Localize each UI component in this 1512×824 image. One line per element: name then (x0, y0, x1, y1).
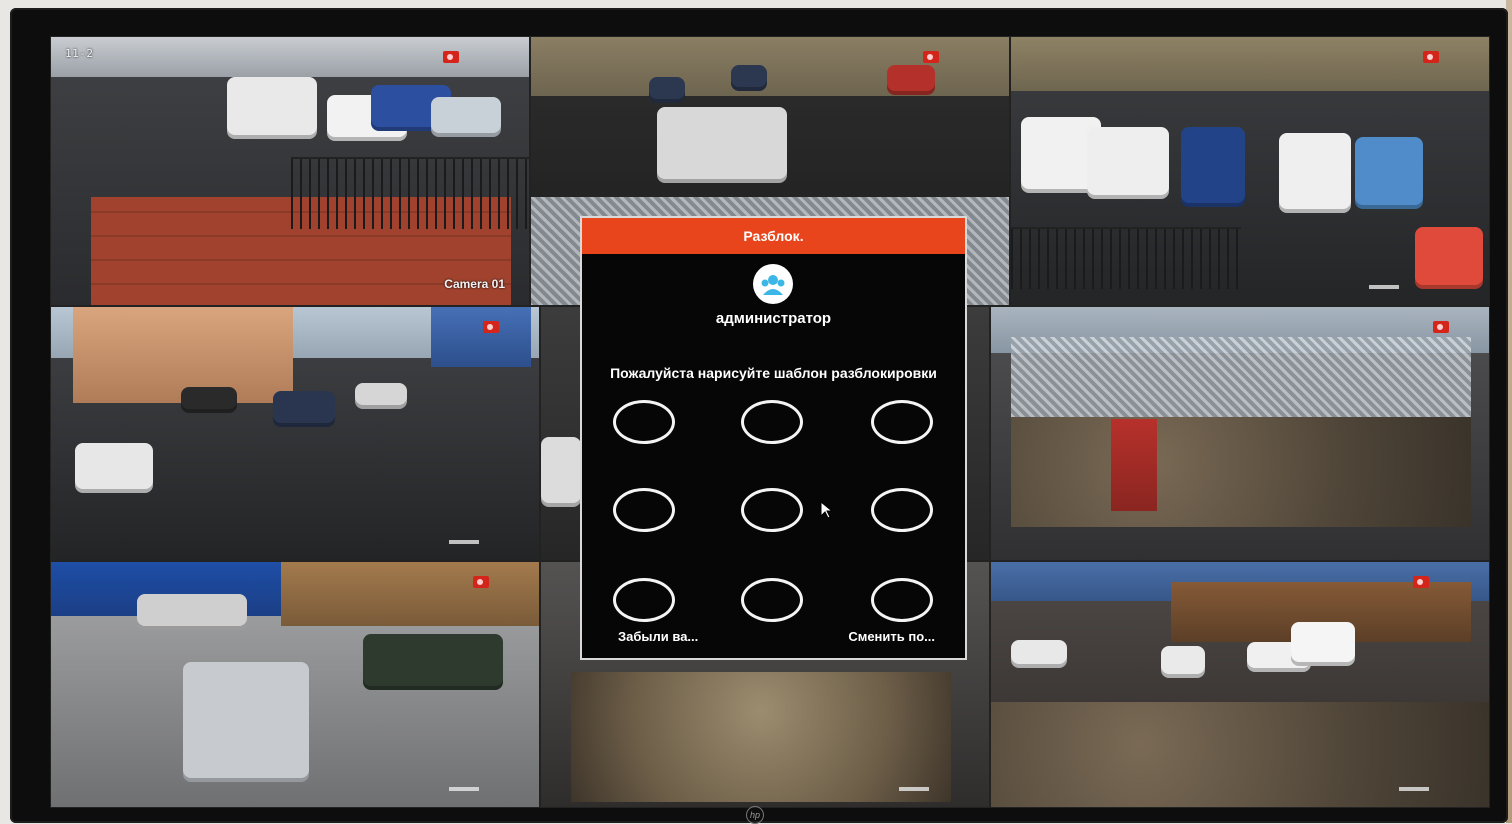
recording-icon (1423, 51, 1439, 63)
camera-tile-6[interactable] (990, 306, 1490, 561)
recording-icon (1413, 576, 1429, 588)
camera-timestamp: 11-2 (65, 47, 94, 60)
camera-tile-1[interactable]: 11-2 Camera 01 (50, 36, 530, 306)
monitor-bezel: 11-2 Camera 01 Разблок. администратор По… (10, 8, 1508, 823)
change-password-link[interactable]: Сменить по... (848, 629, 935, 644)
pattern-dot-5[interactable] (741, 488, 803, 532)
user-avatar-icon (753, 264, 793, 304)
pattern-dot-4[interactable] (613, 488, 675, 532)
recording-icon (483, 321, 499, 333)
camera-tile-3[interactable] (1010, 36, 1490, 306)
camera-tile-4[interactable] (50, 306, 540, 561)
recording-icon (1433, 321, 1449, 333)
pattern-dot-1[interactable] (613, 400, 675, 444)
camera-tile-7[interactable] (50, 561, 540, 808)
pattern-dot-2[interactable] (741, 400, 803, 444)
forgot-password-link[interactable]: Забыли ва... (618, 629, 698, 644)
recording-icon (473, 576, 489, 588)
monitor-brand-logo: hp (746, 806, 764, 824)
user-group-icon (761, 275, 785, 295)
nvr-screen: 11-2 Camera 01 Разблок. администратор По… (50, 36, 1490, 808)
camera-name: Camera 01 (444, 277, 505, 291)
pattern-dot-9[interactable] (871, 578, 933, 622)
username-label: администратор (715, 310, 832, 327)
camera-tile-9[interactable] (990, 561, 1490, 808)
unlock-dialog: Разблок. администратор Пожалуйста нарису… (580, 216, 967, 660)
recording-icon (923, 51, 939, 63)
pattern-dot-6[interactable] (871, 488, 933, 532)
pattern-dot-7[interactable] (613, 578, 675, 622)
pattern-instruction: Пожалуйста нарисуйте шаблон разблокировк… (610, 365, 937, 381)
pattern-dot-3[interactable] (871, 400, 933, 444)
dialog-title: Разблок. (582, 218, 965, 254)
recording-icon (443, 51, 459, 63)
pattern-dot-8[interactable] (741, 578, 803, 622)
mouse-pointer-icon (820, 501, 834, 519)
